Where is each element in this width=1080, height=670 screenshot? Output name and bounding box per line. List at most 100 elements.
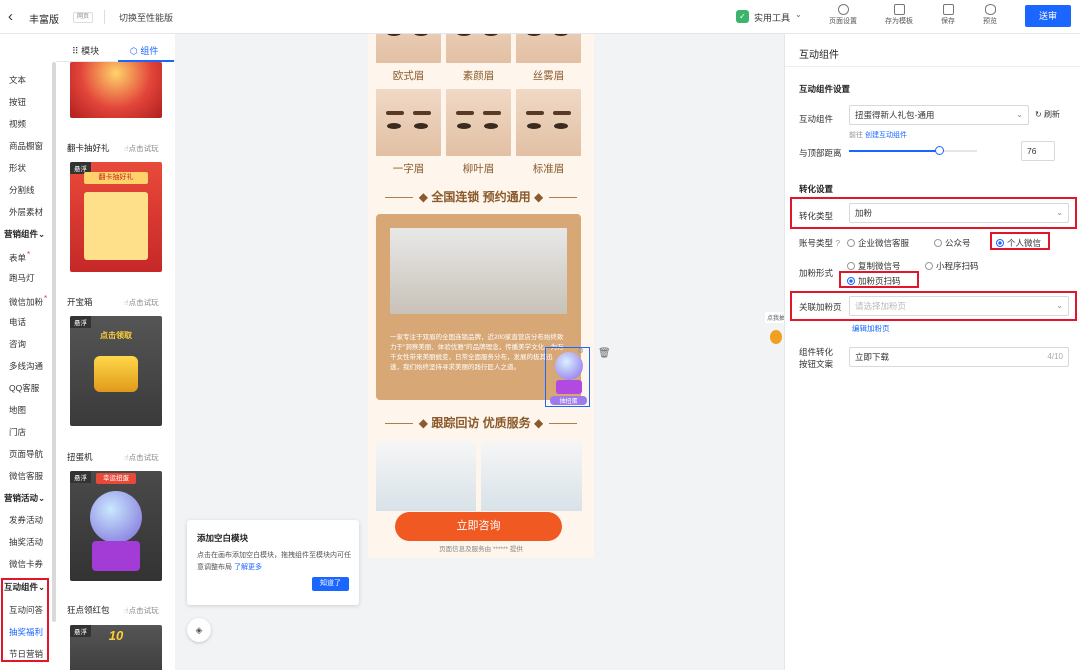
component-select[interactable]: 扭蛋得新人礼包-通用 ⌄ [849, 105, 1029, 125]
brow-image [516, 89, 581, 156]
slider-handle[interactable] [934, 146, 944, 155]
chevron-down-icon: ⌄ [38, 493, 46, 503]
radio-enterprise[interactable]: 企业微信客服 [847, 237, 909, 249]
treasure-box-thumbnail[interactable]: 悬浮 点击领取 [70, 316, 162, 426]
back-arrow-icon[interactable]: ‹ [8, 8, 13, 25]
decor-line [384, 423, 413, 425]
page-settings-button[interactable]: 页面设置 [822, 4, 864, 26]
account-label-text: 账号类型 [799, 238, 834, 248]
slider-fill [849, 150, 939, 152]
save-button[interactable]: 保存 [927, 4, 969, 26]
sidebar-item-wechat-card[interactable]: 微信卡券 [9, 558, 43, 570]
brow-image [446, 34, 511, 63]
try-link[interactable]: ☝点击试玩 [124, 452, 159, 463]
flip-card-thumbnail[interactable]: 悬浮 翻卡抽好礼 [70, 162, 162, 272]
wheel-thumbnail[interactable] [70, 62, 162, 118]
settings-title: 互动组件设置 [799, 84, 851, 94]
got-it-button[interactable]: 知道了 [312, 577, 349, 591]
try-label: 点击试玩 [128, 144, 159, 153]
help-icon[interactable]: ? [835, 238, 840, 248]
distance-input[interactable]: 76 [1021, 141, 1055, 161]
close-icon[interactable]: ⊗ [577, 346, 584, 355]
highlight-box [790, 291, 1077, 321]
sidebar-item-lottery[interactable]: 抽奖活动 [9, 536, 43, 548]
section-label: 营销组件 [4, 229, 39, 239]
radio-icon [847, 262, 855, 270]
tools-icon[interactable]: ✓ [736, 10, 749, 23]
sidebar-item-video[interactable]: 视频 [9, 118, 26, 130]
label-line1: 组件转化 [799, 347, 834, 357]
sidebar-item-map[interactable]: 地图 [9, 404, 26, 416]
gashapon-widget[interactable]: 抽扭蛋 ⊗ [545, 346, 590, 407]
sidebar-item-wechat-service[interactable]: 微信客服 [9, 470, 43, 482]
distance-slider[interactable] [849, 146, 977, 155]
tab-components[interactable]: ⬡ 组件 [130, 44, 158, 57]
float-tag: 悬浮 [70, 316, 91, 328]
section-label: 营销活动 [4, 493, 39, 503]
gear-icon [837, 4, 849, 15]
decor-line [549, 197, 578, 199]
option-label: 公众号 [945, 238, 971, 248]
preview-label: 预览 [983, 18, 997, 25]
sidebar-item-page-nav[interactable]: 页面导航 [9, 448, 43, 460]
sidebar-item-shape[interactable]: 形状 [9, 162, 26, 174]
highlight-box [990, 232, 1050, 250]
section-heading-text: 跟踪回访 优质服务 [431, 416, 531, 430]
sidebar-item-wechat-follow[interactable]: 微信加粉* [9, 294, 47, 308]
consult-button[interactable]: 立即咨询 [395, 512, 562, 541]
try-label: 点击试玩 [128, 298, 159, 307]
card-grid [84, 192, 148, 260]
sidebar-section-marketing[interactable]: 营销组件⌄ [4, 228, 45, 240]
switch-version-link[interactable]: 切换至性能版 [119, 11, 173, 24]
addfan-label: 加粉形式 [799, 268, 834, 278]
sidebar-item-outer-material[interactable]: 外层素材 [9, 206, 43, 218]
sidebar-section-activity[interactable]: 营销活动⌄ [4, 492, 45, 504]
red-packet-thumbnail[interactable]: 悬浮 10 [70, 625, 162, 670]
radio-icon [847, 239, 855, 247]
banner-text: 幸运扭蛋 [96, 473, 136, 484]
tab-modules-label: 模块 [81, 46, 100, 56]
layers-icon[interactable]: ◈ [187, 618, 211, 642]
preview-button[interactable]: 预览 [969, 4, 1011, 26]
try-link[interactable]: ☝点击试玩 [124, 605, 159, 616]
radio-miniprogram[interactable]: 小程序扫码 [925, 260, 979, 272]
sidebar-item-multi-channel[interactable]: 多线沟通 [9, 360, 43, 372]
save-icon [942, 4, 954, 15]
sidebar-item-phone[interactable]: 电话 [9, 316, 26, 328]
trash-icon[interactable]: 🗑 [598, 348, 611, 359]
radio-official[interactable]: 公众号 [934, 237, 971, 249]
store-description: 一家专注于双眉的全国连锁品牌，近200家直营店分布始终致力于"洞察美丽、体验优雅… [390, 334, 564, 371]
float-tag: 悬浮 [70, 471, 91, 483]
sidebar-item-store[interactable]: 门店 [9, 426, 26, 438]
goto-prefix: 前往 [849, 132, 863, 139]
option-label: 复制微信号 [858, 261, 901, 271]
try-link[interactable]: ☝点击试玩 [124, 297, 159, 308]
sidebar-item-divider[interactable]: 分割线 [9, 184, 35, 196]
edit-fan-page-link[interactable]: 编辑加粉页 [852, 323, 890, 334]
tools-menu[interactable]: 实用工具 [754, 11, 790, 24]
create-component-link[interactable]: 创建互动组件 [865, 132, 907, 139]
sidebar-item-coupon[interactable]: 发券活动 [9, 514, 43, 526]
widget-label: 抽扭蛋 [550, 396, 587, 405]
gashapon-thumbnail[interactable]: 悬浮 幸运扭蛋 [70, 471, 162, 581]
sidebar-item-text[interactable]: 文本 [9, 74, 26, 86]
btn-text-input[interactable]: 立即下载 4/10 [849, 347, 1069, 367]
tab-modules[interactable]: ⠿ 模块 [72, 44, 99, 57]
sidebar-item-button[interactable]: 按钮 [9, 96, 26, 108]
sidebar-item-product-window[interactable]: 商品橱窗 [9, 140, 43, 152]
sidebar-item-consult[interactable]: 咨询 [9, 338, 26, 350]
brow-image [516, 34, 581, 63]
brow-caption: 欧式眉 [392, 70, 425, 82]
float-widget-icon[interactable] [770, 330, 782, 344]
sidebar-item-form[interactable]: 表单* [9, 250, 30, 264]
chevron-down-icon: ⌄ [1016, 110, 1023, 119]
save-as-template-button[interactable]: 存为模板 [878, 4, 920, 26]
sidebar-item-qq-service[interactable]: QQ客服 [9, 382, 39, 394]
learn-more-link[interactable]: 了解更多 [234, 564, 262, 571]
try-link[interactable]: ☝点击试玩 [124, 143, 159, 154]
chevron-down-icon[interactable]: ⌄ [795, 10, 802, 19]
refresh-button[interactable]: ↻ 刷新 [1035, 109, 1060, 120]
submit-review-button[interactable]: 送审 [1025, 5, 1071, 27]
component-name: 开宝箱 [67, 297, 93, 307]
sidebar-item-marquee[interactable]: 跑马灯 [9, 272, 35, 284]
